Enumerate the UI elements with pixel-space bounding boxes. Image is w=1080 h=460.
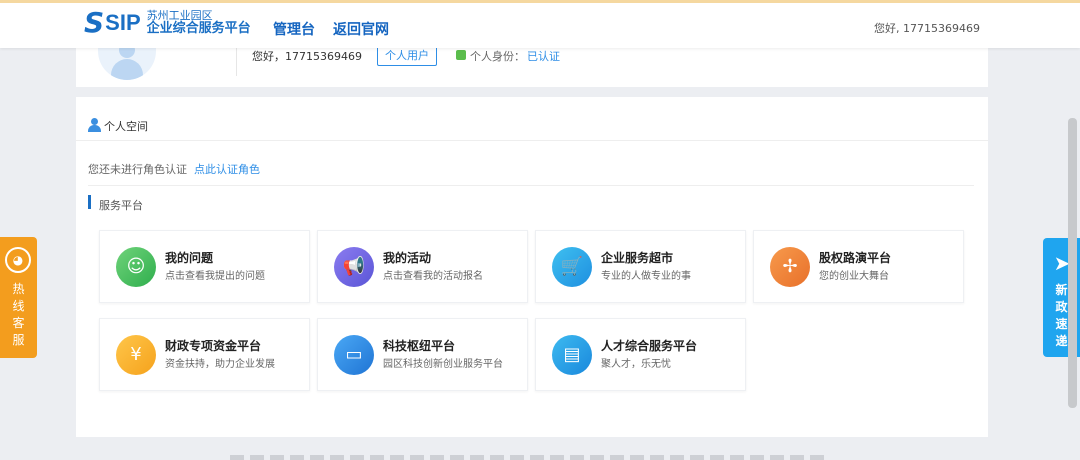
service-desc: 聚人才，乐无忧 bbox=[601, 359, 671, 370]
section-marker bbox=[88, 195, 91, 209]
logo-line2: 企业综合服务平台 bbox=[146, 20, 251, 36]
service-title: 科技枢纽平台 bbox=[383, 339, 456, 353]
service-desc: 点击查看我提出的问题 bbox=[165, 271, 265, 282]
service-desc: 点击查看我的活动报名 bbox=[383, 271, 483, 282]
service-tile-equity-roadshow[interactable]: ✢ 股权路演平台 您的创业大舞台 bbox=[753, 230, 964, 303]
identity-label: 个人身份： bbox=[470, 50, 525, 63]
profile-hello: 您好，17715369469 bbox=[252, 50, 362, 63]
service-title: 股权路演平台 bbox=[819, 251, 892, 265]
headset-icon: ◕ bbox=[5, 247, 31, 273]
verified-icon bbox=[456, 50, 466, 60]
role-message: 您还未进行角色认证 bbox=[88, 163, 187, 176]
personal-space-card: 个人空间 您还未进行角色认证 点此认证角色 服务平台 ☺ 我的问题 点击查看我提… bbox=[76, 97, 988, 437]
cart-icon: 🛒 bbox=[552, 247, 592, 287]
nav-back-to-site[interactable]: 返回官网 bbox=[333, 19, 389, 39]
space-title: 个人空间 bbox=[104, 120, 148, 133]
coins-icon: ¥ bbox=[116, 335, 156, 375]
document-icon: ▤ bbox=[552, 335, 592, 375]
identity-status[interactable]: 已认证 bbox=[527, 48, 560, 64]
service-desc: 专业的人做专业的事 bbox=[601, 271, 691, 282]
scrollbar[interactable] bbox=[1068, 118, 1077, 408]
top-header: S SIP 苏州工业园区 企业综合服务平台 管理台 返回官网 您好, 17715… bbox=[0, 0, 1080, 48]
headset-icon: ☺ bbox=[116, 247, 156, 287]
services-title: 服务平台 bbox=[99, 199, 143, 212]
hotline-label: 热线客服 bbox=[12, 282, 25, 347]
service-tile-tech-hub[interactable]: ▭ 科技枢纽平台 园区科技创新创业服务平台 bbox=[317, 318, 528, 391]
user-type-badge[interactable]: 个人用户 bbox=[377, 45, 437, 66]
logo-text: 苏州工业园区 企业综合服务平台 bbox=[146, 9, 251, 36]
service-title: 我的活动 bbox=[383, 251, 432, 265]
service-tile-service-market[interactable]: 🛒 企业服务超市 专业的人做专业的事 bbox=[535, 230, 746, 303]
logo-abbr: SIP bbox=[105, 10, 141, 35]
service-title: 企业服务超市 bbox=[601, 251, 674, 265]
megaphone-icon: 📢 bbox=[334, 247, 374, 287]
service-desc: 您的创业大舞台 bbox=[819, 271, 889, 282]
verify-role-link[interactable]: 点此认证角色 bbox=[194, 161, 260, 177]
person-icon bbox=[88, 118, 101, 132]
service-title: 人才综合服务平台 bbox=[601, 339, 698, 353]
pinwheel-icon: ✢ bbox=[770, 247, 810, 287]
footer-text-partial bbox=[230, 455, 830, 460]
service-title: 财政专项资金平台 bbox=[165, 339, 262, 353]
nav-admin-console[interactable]: 管理台 bbox=[273, 19, 315, 39]
service-desc: 园区科技创新创业服务平台 bbox=[383, 359, 503, 370]
service-tile-talent-services[interactable]: ▤ 人才综合服务平台 聚人才，乐无忧 bbox=[535, 318, 746, 391]
user-greeting[interactable]: 您好, 17715369469 bbox=[874, 20, 980, 36]
logo-mark: S bbox=[84, 6, 105, 39]
service-tile-my-activities[interactable]: 📢 我的活动 点击查看我的活动报名 bbox=[317, 230, 528, 303]
hotline-service-widget[interactable]: ◕ 热线客服 bbox=[0, 237, 37, 358]
site-logo[interactable]: S SIP 苏州工业园区 企业综合服务平台 bbox=[84, 9, 251, 37]
divider bbox=[88, 185, 974, 186]
service-title: 我的问题 bbox=[165, 251, 214, 265]
space-header: 个人空间 bbox=[76, 97, 988, 141]
monitor-icon: ▭ bbox=[334, 335, 374, 375]
service-desc: 资金扶持，助力企业发展 bbox=[165, 359, 275, 370]
service-tile-my-questions[interactable]: ☺ 我的问题 点击查看我提出的问题 bbox=[99, 230, 310, 303]
service-tile-fiscal-funds[interactable]: ¥ 财政专项资金平台 资金扶持，助力企业发展 bbox=[99, 318, 310, 391]
